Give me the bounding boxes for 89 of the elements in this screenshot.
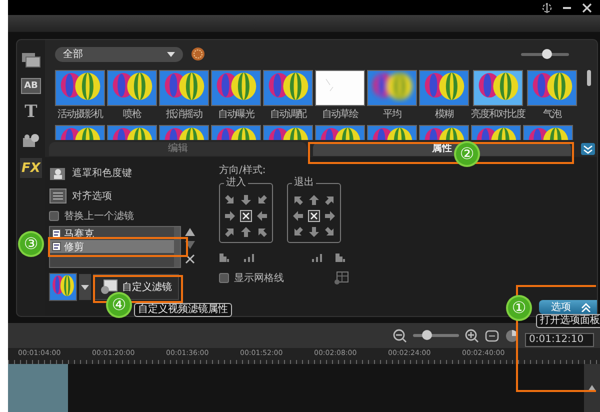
number-badge: ② xyxy=(456,143,478,165)
effect-thumbnail[interactable] xyxy=(527,70,577,106)
filter-icon xyxy=(52,229,61,238)
direction-arrow-icon[interactable] xyxy=(240,226,252,238)
effect-label: 自动调配 xyxy=(270,108,306,121)
clock-icon[interactable] xyxy=(191,47,205,61)
number-badge: ④ xyxy=(108,294,130,316)
direction-arrow-icon[interactable] xyxy=(292,210,304,222)
gear-icon xyxy=(100,279,118,295)
person-icon xyxy=(49,165,67,181)
direction-arrow-icon[interactable] xyxy=(224,210,236,222)
scrollbar[interactable] xyxy=(174,227,180,267)
number-badge: ① xyxy=(508,297,530,319)
panel-tab[interactable]: 编辑 xyxy=(49,142,307,156)
tooltip: 打开选项面板 xyxy=(536,314,600,328)
effect-label: 抵消摇动 xyxy=(166,108,202,121)
collapse-icon[interactable] xyxy=(581,143,595,155)
direction-arrow-icon[interactable] xyxy=(308,194,320,206)
close-icon[interactable] xyxy=(582,2,592,12)
effect-thumbnail[interactable] xyxy=(211,70,261,106)
direction-arrow-icon[interactable] xyxy=(308,226,320,238)
checkbox[interactable] xyxy=(49,211,59,221)
checkbox-label: 显示网格线 xyxy=(234,272,284,285)
effect-thumbnail[interactable] xyxy=(55,70,105,106)
effect-label: 自动草绘 xyxy=(322,108,358,121)
effect-thumbnail[interactable] xyxy=(367,70,417,106)
transition-tool[interactable]: AB xyxy=(21,78,41,94)
media-icon[interactable] xyxy=(20,50,42,70)
direction-arrow-icon[interactable] xyxy=(292,226,304,238)
effect-thumbnail[interactable] xyxy=(263,70,313,106)
direction-label: 方向/样式: xyxy=(219,164,267,176)
scrollbar-thumb[interactable] xyxy=(587,70,591,86)
mask-button[interactable]: 遮罩和色度键 xyxy=(49,163,195,183)
group-label: 进入 xyxy=(224,177,248,189)
category-dropdown[interactable]: 全部 xyxy=(55,46,183,62)
filter-icon xyxy=(52,242,61,251)
zoom-out-icon[interactable] xyxy=(393,328,407,342)
effect-thumbnail[interactable] xyxy=(107,70,157,106)
delete-icon[interactable] xyxy=(185,254,195,264)
direction-arrow-icon[interactable] xyxy=(224,194,236,206)
options-button[interactable]: 选项 xyxy=(539,300,597,314)
effect-thumbnail[interactable] xyxy=(315,70,365,106)
grid-settings-icon[interactable] xyxy=(333,271,349,285)
effect-label: 活动摄影机 xyxy=(58,108,102,121)
direction-arrow-icon[interactable] xyxy=(324,194,336,206)
title-tool[interactable]: T xyxy=(20,102,42,122)
direction-arrow-icon[interactable] xyxy=(256,210,268,222)
direction-arrow-icon[interactable] xyxy=(224,226,236,238)
caret-icon xyxy=(81,284,89,290)
direction-arrow-icon[interactable] xyxy=(324,210,336,222)
center-icon[interactable] xyxy=(240,210,252,222)
scroll-up-icon[interactable] xyxy=(588,385,596,391)
filter-tool[interactable]: FX xyxy=(20,158,42,178)
move-up-icon[interactable] xyxy=(185,228,195,236)
effect-thumbnail[interactable] xyxy=(159,70,209,106)
effect-label: 平均 xyxy=(383,108,401,121)
tooltip: 自定义视频滤镜属性 xyxy=(134,303,232,317)
dropdown-button[interactable] xyxy=(79,274,91,300)
zoom-in-icon[interactable] xyxy=(465,328,479,342)
help-icon[interactable] xyxy=(542,2,552,12)
bars-icon[interactable] xyxy=(311,251,325,263)
expand-icon xyxy=(581,302,591,312)
list-icon xyxy=(49,188,67,204)
effect-label: 自动曝光 xyxy=(218,108,254,121)
group-label: 退出 xyxy=(292,177,316,189)
move-down-icon[interactable] xyxy=(185,241,195,249)
timecode-field[interactable]: 0:01:12:10 xyxy=(525,333,594,347)
fit-icon[interactable] xyxy=(485,330,499,342)
preset-thumbnail xyxy=(49,273,77,301)
bars-icon[interactable] xyxy=(243,251,257,263)
direction-arrow-icon[interactable] xyxy=(240,194,252,206)
center-icon[interactable] xyxy=(308,210,320,222)
direction-arrow-icon[interactable] xyxy=(324,226,336,238)
caret-icon xyxy=(167,52,175,56)
effect-label: 气泡 xyxy=(543,108,561,121)
checkbox-label: 替换上一个滤镜 xyxy=(64,210,134,223)
effect-thumbnail[interactable] xyxy=(473,70,523,106)
align-button[interactable]: 对齐选项 xyxy=(49,186,195,206)
direction-arrow-icon[interactable] xyxy=(256,226,268,238)
number-badge: ③ xyxy=(20,233,42,255)
direction-arrow-icon[interactable] xyxy=(292,194,304,206)
effect-label: 喷枪 xyxy=(123,108,141,121)
direction-arrow-icon[interactable] xyxy=(256,194,268,206)
clock-icon[interactable] xyxy=(505,328,519,342)
effect-label: 模糊 xyxy=(435,108,453,121)
effect-label: 亮度和对比度 xyxy=(471,108,525,121)
checkbox[interactable] xyxy=(219,273,229,283)
filter-list-item[interactable]: 修剪 xyxy=(50,240,174,253)
effect-thumbnail[interactable] xyxy=(419,70,469,106)
